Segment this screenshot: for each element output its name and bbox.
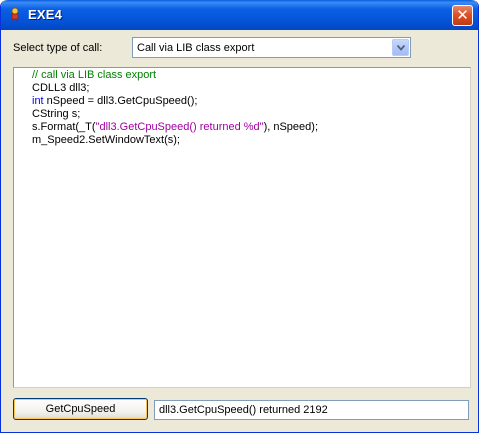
app-figure-icon [11, 7, 19, 22]
code-line: // call via LIB class export [32, 69, 157, 81]
code-line: int nSpeed = dll3.GetCpuSpeed(); [32, 95, 197, 107]
window-title: EXE4 [28, 7, 63, 22]
code-line: s.Format(_T("dll3.GetCpuSpeed() returned… [32, 121, 318, 133]
code-text: ), nSpeed); [263, 121, 318, 133]
dropdown-button[interactable] [392, 39, 409, 56]
close-button[interactable]: ✕ [452, 5, 473, 26]
app-window: EXE4 ✕ Select type of call: Call via LIB… [0, 0, 479, 433]
code-text: s.Format(_T( [32, 121, 96, 133]
code-line: m_Speed2.SetWindowText(s); [32, 134, 180, 146]
call-type-selected-value: Call via LIB class export [137, 42, 255, 54]
get-cpu-speed-button[interactable]: GetCpuSpeed [13, 398, 148, 420]
call-type-select[interactable]: Call via LIB class export [132, 37, 411, 58]
code-string: "dll3.GetCpuSpeed() returned %d" [95, 121, 264, 133]
call-type-label: Select type of call: [13, 42, 103, 54]
code-display[interactable]: // call via LIB class export CDLL3 dll3;… [13, 67, 471, 388]
close-icon: ✕ [456, 6, 469, 24]
code-keyword: int [32, 95, 44, 107]
result-field[interactable]: dll3.GetCpuSpeed() returned 2192 [154, 400, 469, 420]
code-text: nSpeed = dll3.GetCpuSpeed(); [43, 95, 198, 107]
chevron-down-icon [397, 45, 405, 51]
dialog-client-area: Select type of call: Call via LIB class … [4, 30, 475, 429]
title-bar[interactable]: EXE4 ✕ [1, 0, 478, 30]
code-line: CDLL3 dll3; [32, 82, 90, 94]
code-line: CString s; [32, 108, 81, 120]
